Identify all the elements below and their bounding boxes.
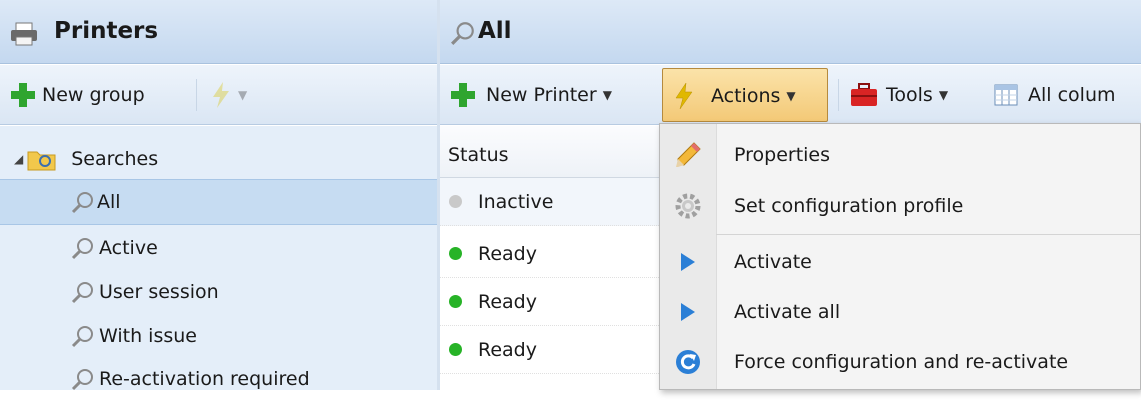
actions-label: Actions	[711, 85, 781, 107]
status-dot-icon	[449, 343, 462, 356]
chevron-down-icon: ▼	[602, 88, 612, 102]
search-icon	[71, 192, 93, 214]
status-text: Inactive	[478, 190, 554, 213]
new-group-label: New group	[42, 84, 145, 106]
columns-button[interactable]: All colum	[994, 65, 1141, 125]
tree-item-label: Re-activation required	[99, 368, 310, 390]
panel-title: Printers	[54, 18, 159, 44]
menu-item-force-configuration[interactable]: Force configuration and re-activate	[660, 337, 1140, 387]
tree-item-active[interactable]: Active	[0, 225, 437, 271]
columns-label: All colum	[1028, 84, 1116, 106]
toolbar-separator	[838, 79, 839, 111]
search-icon	[451, 22, 474, 45]
chevron-down-icon: ▼	[238, 88, 248, 102]
actions-dropdown-menu: Properties Set configuration profile Act…	[659, 123, 1141, 390]
tree-item-label: Active	[99, 237, 158, 259]
tree-item-label: User session	[99, 281, 219, 303]
panel-title: All	[478, 18, 512, 44]
tools-button[interactable]: Tools ▼	[850, 65, 948, 125]
new-group-button[interactable]: New group	[10, 65, 145, 125]
plus-icon	[451, 83, 475, 107]
new-printer-button[interactable]: New Printer ▼	[450, 65, 612, 125]
menu-item-set-configuration-profile[interactable]: Set configuration profile	[660, 181, 1140, 231]
toolbox-icon	[851, 83, 877, 106]
status-dot-icon	[449, 247, 462, 260]
chevron-down-icon: ▼	[938, 88, 949, 102]
left-toolbar: New group ▼	[0, 65, 437, 125]
menu-separator	[716, 234, 1140, 235]
menu-item-activate[interactable]: Activate	[660, 237, 1140, 287]
menu-item-activate-all[interactable]: Activate all	[660, 287, 1140, 337]
tree-item-label: All	[97, 191, 121, 213]
column-header-label: Status	[448, 144, 509, 166]
menu-item-label: Force configuration and re-activate	[734, 351, 1069, 373]
search-icon	[71, 238, 93, 260]
tree-item-label: With issue	[99, 325, 197, 347]
status-text: Ready	[478, 338, 537, 361]
menu-item-properties[interactable]: Properties	[660, 130, 1140, 180]
new-printer-label: New Printer	[486, 84, 597, 106]
tree-node-label: Searches	[71, 148, 159, 170]
table-columns-icon	[994, 84, 1018, 106]
gear-icon	[660, 192, 716, 220]
status-dot-icon	[449, 295, 462, 308]
play-icon	[660, 251, 716, 273]
tree-item-reactivation-required[interactable]: Re-activation required	[0, 356, 437, 402]
search-icon	[71, 369, 93, 391]
tree-item-user-session[interactable]: User session	[0, 269, 437, 315]
status-text: Ready	[478, 290, 537, 313]
tree-item-all[interactable]: All	[0, 179, 437, 225]
actions-button[interactable]: Actions ▼	[662, 68, 828, 122]
search-tree: ◢ Searches All Active User session With …	[0, 126, 437, 391]
lightning-icon	[213, 82, 229, 108]
expand-triangle-icon[interactable]: ◢	[14, 152, 23, 166]
menu-item-label: Activate all	[734, 301, 841, 323]
menu-item-label: Properties	[734, 144, 831, 166]
lightning-icon	[675, 82, 693, 110]
menu-item-label: Activate	[734, 251, 812, 273]
refresh-icon	[660, 349, 716, 375]
status-dot-icon	[449, 195, 462, 208]
search-icon	[71, 282, 93, 304]
play-icon	[660, 301, 716, 323]
printer-icon	[10, 22, 38, 51]
actions-button-content: Actions ▼	[673, 66, 796, 126]
chevron-down-icon: ▼	[786, 89, 796, 103]
menu-item-label: Set configuration profile	[734, 195, 964, 217]
tree-node-searches[interactable]: ◢ Searches	[0, 136, 437, 182]
search-folder-icon	[27, 151, 56, 171]
results-panel-header: All	[440, 0, 1141, 64]
plus-icon	[11, 83, 35, 107]
pencil-icon	[660, 141, 716, 169]
tools-label: Tools	[886, 84, 933, 106]
status-text: Ready	[478, 242, 537, 265]
actions-disabled-button[interactable]: ▼	[210, 65, 247, 125]
toolbar-separator	[196, 79, 197, 111]
tree-item-with-issue[interactable]: With issue	[0, 313, 437, 359]
search-icon	[71, 326, 93, 348]
printers-panel-header: Printers	[0, 0, 437, 64]
